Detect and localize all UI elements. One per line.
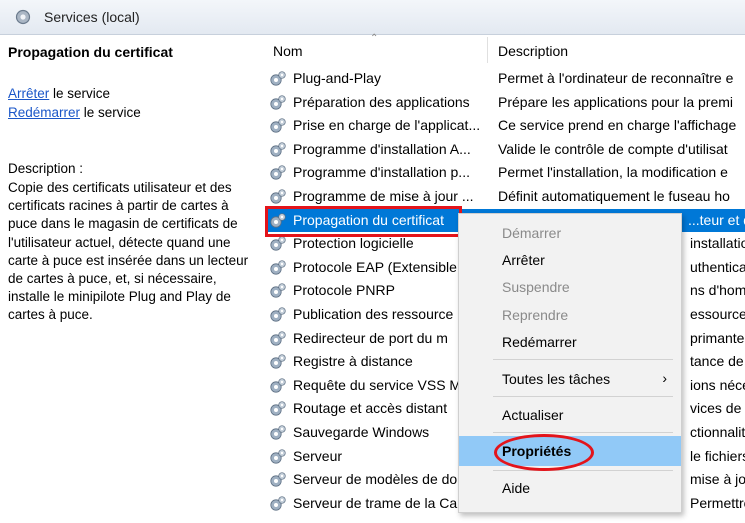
gear-icon bbox=[268, 93, 288, 116]
menu-item-all-tasks[interactable]: Toutes les tâches › bbox=[459, 364, 681, 394]
gear-icon bbox=[268, 69, 288, 92]
service-description: Valide le contrôle de compte d'utilisat bbox=[498, 140, 728, 157]
menu-item-all-tasks-label: Toutes les tâches bbox=[502, 371, 611, 387]
service-description: uthenticat bbox=[690, 258, 745, 275]
gear-icon bbox=[268, 329, 288, 352]
window-title: Services (local) bbox=[44, 9, 140, 25]
service-description: essources bbox=[690, 306, 745, 322]
restart-action: Redémarrer le service bbox=[8, 105, 141, 120]
service-description: ions néce bbox=[690, 376, 745, 393]
gear-icon bbox=[268, 163, 288, 186]
table-row[interactable]: Prise en charge de l'applicat... Ce servi… bbox=[268, 114, 745, 137]
gear-icon bbox=[268, 258, 288, 281]
gear-icon bbox=[268, 281, 288, 304]
annotation-red-oval bbox=[494, 434, 594, 471]
gear-icon bbox=[268, 234, 288, 257]
gear-icon bbox=[268, 376, 288, 399]
service-description: ns d'homo bbox=[690, 282, 745, 299]
service-description: ...teur et des bbox=[688, 211, 745, 228]
service-description: Prépare les applications pour la premi bbox=[498, 93, 734, 110]
service-description: Définit automatiquement le fuseau ho bbox=[498, 188, 730, 204]
restart-service-link[interactable]: Redémarrer bbox=[8, 105, 80, 120]
menu-item-resume[interactable]: Reprendre bbox=[459, 300, 681, 330]
service-name: Prise en charge de l'applicat... bbox=[293, 117, 481, 134]
service-name: Programme d'installation p... bbox=[293, 164, 470, 181]
table-row[interactable]: Programme d'installation p... Permet l'in… bbox=[268, 161, 745, 184]
title-bar: Services (local) bbox=[0, 0, 745, 35]
table-row[interactable]: Préparation des applications Prépare les … bbox=[268, 91, 745, 114]
menu-item-refresh-label: Actualiser bbox=[502, 407, 564, 423]
column-header-description[interactable]: Description bbox=[498, 43, 568, 59]
gear-icon bbox=[268, 423, 288, 446]
menu-item-help-label: Aide bbox=[502, 480, 531, 496]
gear-icon bbox=[268, 470, 288, 493]
service-name: Programme d'installation A... bbox=[293, 140, 471, 157]
column-header-name[interactable]: Nom bbox=[273, 43, 303, 59]
selected-service-name: Propagation du certificat bbox=[8, 44, 173, 60]
stop-service-suffix: le service bbox=[49, 86, 111, 101]
gear-icon bbox=[268, 494, 288, 517]
services-gear-icon bbox=[14, 8, 32, 29]
sort-indicator-icon: ⌃ bbox=[370, 33, 379, 44]
service-description: installatio bbox=[690, 235, 745, 252]
table-row[interactable]: Plug-and-Play Permet à l'ordinateur de re… bbox=[268, 67, 745, 90]
service-description: Permet l'installation, la modification e bbox=[498, 164, 728, 181]
annotation-red-box bbox=[265, 206, 462, 237]
menu-item-restart-label: Redémarrer bbox=[502, 334, 577, 350]
gear-icon bbox=[268, 116, 288, 139]
service-description: le fichiers bbox=[690, 447, 745, 464]
service-name: Préparation des applications bbox=[293, 93, 470, 110]
menu-item-start[interactable]: Démarrer bbox=[459, 218, 681, 248]
restart-service-suffix: le service bbox=[80, 105, 141, 120]
description-panel: Propagation du certificat Arrêter le ser… bbox=[0, 35, 262, 523]
service-description: Permet à l'ordinateur de reconnaître e bbox=[498, 70, 734, 86]
menu-item-help[interactable]: Aide bbox=[459, 473, 681, 503]
gear-icon bbox=[268, 447, 288, 470]
table-row[interactable]: Programme de mise à jour ... Définit auto… bbox=[268, 185, 745, 208]
menu-item-pause[interactable]: Suspendre bbox=[459, 272, 681, 302]
menu-item-stop-label: Arrêter bbox=[502, 252, 545, 268]
description-label: Description : bbox=[8, 161, 84, 176]
service-description: vices de r bbox=[690, 400, 745, 417]
gear-icon bbox=[268, 305, 288, 328]
table-row[interactable]: Programme d'installation A... Valide le c… bbox=[268, 138, 745, 161]
column-divider[interactable] bbox=[487, 37, 488, 63]
service-description: tance de r bbox=[690, 353, 745, 370]
service-name: Programme de mise à jour ... bbox=[293, 188, 474, 204]
menu-item-stop[interactable]: Arrêter bbox=[459, 245, 681, 275]
stop-service-link[interactable]: Arrêter bbox=[8, 86, 49, 101]
menu-separator bbox=[493, 432, 673, 433]
submenu-arrow-icon: › bbox=[662, 370, 667, 386]
description-text: Copie des certificats utilisateur et des… bbox=[8, 180, 249, 323]
menu-separator bbox=[493, 359, 673, 360]
gear-icon bbox=[268, 399, 288, 422]
menu-separator bbox=[493, 396, 673, 397]
service-description: ctionnalit bbox=[690, 424, 745, 440]
gear-icon bbox=[268, 140, 288, 163]
gear-icon bbox=[268, 352, 288, 375]
menu-item-refresh[interactable]: Actualiser bbox=[459, 400, 681, 430]
service-description: Permettre à plusieurs clients d'accéde bbox=[690, 494, 745, 511]
menu-item-start-label: Démarrer bbox=[502, 225, 562, 241]
menu-item-restart[interactable]: Redémarrer bbox=[459, 327, 681, 357]
service-description: Ce service prend en charge l'affichage bbox=[498, 117, 737, 134]
service-description: primantes bbox=[690, 329, 745, 346]
stop-action: Arrêter le service bbox=[8, 86, 110, 101]
service-name: Plug-and-Play bbox=[293, 70, 381, 86]
menu-item-resume-label: Reprendre bbox=[502, 307, 569, 323]
service-description: mise à jou bbox=[690, 471, 745, 488]
menu-item-pause-label: Suspendre bbox=[502, 279, 570, 295]
menu-separator bbox=[493, 470, 673, 471]
list-header: ⌃ Nom Description bbox=[262, 33, 745, 65]
